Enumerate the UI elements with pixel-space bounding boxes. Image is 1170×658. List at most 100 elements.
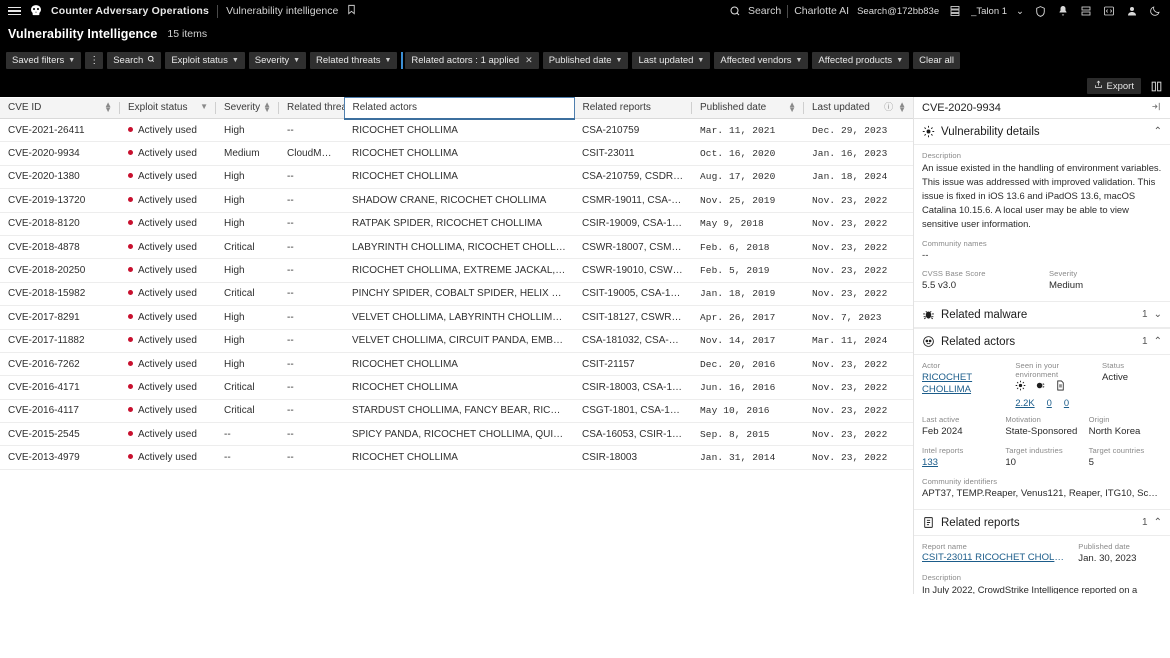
table-row[interactable]: CVE-2021-26411Actively usedHigh--RICOCHE… [0,119,914,142]
last-updated-filter[interactable]: Last updated ▼ [632,52,710,69]
table-row[interactable]: CVE-2018-8120Actively usedHigh--RATPAK S… [0,212,914,235]
column-header-related-threats[interactable]: Related threats [279,98,344,119]
column-header-related-actors[interactable]: Related actors [344,98,574,119]
section-related-actors[interactable]: Related actors 1 ⌃ [914,329,1170,355]
close-icon[interactable]: ✕ [525,55,533,66]
chevron-down-icon[interactable]: ⌄ [1154,309,1162,320]
severity-label: Severity [255,55,289,66]
cell-exploit-status: Actively used [120,376,216,399]
cell-published-date: Feb. 5, 2019 [692,259,804,282]
cell-related-threats: -- [279,329,344,352]
related-threats-filter[interactable]: Related threats ▼ [310,52,397,69]
table-row[interactable]: CVE-2018-15982Actively usedCritical--PIN… [0,282,914,305]
severity-filter[interactable]: Severity ▼ [249,52,306,69]
chevron-up-icon[interactable]: ⌃ [1154,126,1162,137]
seen-value-detections[interactable]: 2.2K [1015,397,1034,408]
sort-icon[interactable]: ▲▼ [263,103,271,113]
published-date-label: Published date [549,55,612,66]
collapse-panel-icon[interactable] [1151,101,1162,115]
table-row[interactable]: CVE-2018-4878Actively usedCritical--LABY… [0,235,914,258]
chevron-down-icon[interactable]: ⌄ [1016,6,1024,17]
vulnerability-table-container[interactable]: CVE ID ▲▼ Exploit status ▼ Severity ▲▼ R… [0,97,914,594]
search-icon[interactable] [728,4,742,18]
table-row[interactable]: CVE-2016-7262Actively usedHigh--RICOCHET… [0,352,914,375]
report-name-link[interactable]: CSIT-23011 RICOCHET CHOLLIMA: Technical … [922,552,1064,563]
dark-mode-icon[interactable] [1148,4,1162,18]
sort-icon[interactable]: ▲▼ [898,103,906,113]
server-icon[interactable] [1079,4,1093,18]
intel-reports-block: Intel reports 133 [922,446,995,470]
layers-icon[interactable] [948,4,962,18]
last-active-value: Feb 2024 [922,425,995,439]
info-icon[interactable]: ⓘ [884,105,893,110]
chevron-down-icon[interactable]: ▼ [200,105,208,110]
seen-value-incidents[interactable]: 0 [1064,397,1069,408]
table-row[interactable]: CVE-2015-2545Actively used----SPICY PAND… [0,423,914,446]
tenant-selector[interactable]: _Talon 1 [971,6,1007,17]
actor-label: Actor [922,361,1005,370]
actor-link[interactable]: RICOCHET CHOLLIMA [922,372,972,395]
charlotte-ai-link[interactable]: Charlotte AI [794,5,849,17]
col-label: Severity [224,102,260,113]
section-related-reports[interactable]: Related reports 1 ⌃ [914,510,1170,536]
published-date-filter[interactable]: Published date ▼ [543,52,629,69]
target-countries-label: Target countries [1089,446,1162,455]
table-row[interactable]: CVE-2013-4979Actively used----RICOCHET C… [0,446,914,469]
table-row[interactable]: CVE-2020-9934Actively usedMediumCloudMen… [0,142,914,165]
column-header-cve-id[interactable]: CVE ID ▲▼ [0,98,120,119]
code-icon[interactable] [1102,4,1116,18]
chevron-down-icon: ▼ [68,57,75,64]
affected-products-filter[interactable]: Affected products ▼ [812,52,909,69]
cell-cve-id: CVE-2018-4878 [0,235,120,258]
search-filter-button[interactable]: Search [107,52,161,69]
section-title: Related malware [941,309,1027,321]
column-header-exploit-status[interactable]: Exploit status ▼ [120,98,216,119]
exploit-status-filter[interactable]: Exploit status ▼ [165,52,244,69]
detail-panel-scroll[interactable]: Vulnerability details ⌃ Description An i… [914,119,1170,594]
column-settings-icon[interactable] [1149,79,1163,93]
sort-icon[interactable]: ▲▼ [104,103,112,113]
global-search-label[interactable]: Search [748,5,781,17]
actor-meta-row-2: Intel reports 133 Target industries 10 T… [922,446,1162,470]
section-related-malware[interactable]: Related malware 1 ⌄ [914,302,1170,328]
column-header-last-updated[interactable]: Last updated ⓘ ▲▼ [804,98,914,119]
bell-icon[interactable] [1056,4,1070,18]
status-dot-icon [128,267,133,272]
user-icon[interactable] [1125,4,1139,18]
intel-reports-link[interactable]: 133 [922,457,938,468]
table-row[interactable]: CVE-2019-13720Actively usedHigh--SHADOW … [0,189,914,212]
chevron-up-icon[interactable]: ⌃ [1154,517,1162,528]
column-header-severity[interactable]: Severity ▲▼ [216,98,279,119]
saved-filters-button[interactable]: Saved filters ▼ [6,52,81,69]
table-row[interactable]: CVE-2016-4171Actively usedCritical--RICO… [0,376,914,399]
cell-cve-id: CVE-2017-11882 [0,329,120,352]
account-label[interactable]: Search@172bb83e [857,6,939,17]
seen-value-hosts[interactable]: 0 [1047,397,1052,408]
bookmark-icon[interactable] [346,4,357,18]
table-row[interactable]: CVE-2016-4117Actively usedCritical--STAR… [0,399,914,422]
related-actors-filter[interactable]: Related actors : 1 applied ✕ [405,52,538,69]
export-button[interactable]: Export [1087,78,1141,94]
table-toolbar: Export [0,75,1170,97]
table-row[interactable]: CVE-2017-8291Actively usedHigh--VELVET C… [0,306,914,329]
section-vulnerability-details[interactable]: Vulnerability details ⌃ [914,119,1170,145]
cvss-value: 5.5 v3.0 [922,279,1035,293]
table-row[interactable]: CVE-2020-1380Actively usedHigh--RICOCHET… [0,165,914,188]
col-label: Related reports [583,102,651,113]
shield-icon[interactable] [1033,4,1047,18]
sort-icon[interactable]: ▲▼ [788,103,796,113]
cell-published-date: Nov. 14, 2017 [692,329,804,352]
table-row[interactable]: CVE-2018-20250Actively usedHigh--RICOCHE… [0,259,914,282]
column-header-related-reports[interactable]: Related reports [574,98,692,119]
menu-icon[interactable] [8,7,21,16]
vulnerability-icon [922,125,935,138]
cell-related-actors: RICOCHET CHOLLIMA [344,142,574,165]
filter-overflow-button[interactable]: ⋮ [85,52,103,69]
column-header-published-date[interactable]: Published date ▲▼ [692,98,804,119]
clear-all-button[interactable]: Clear all [913,52,960,69]
table-header: CVE ID ▲▼ Exploit status ▼ Severity ▲▼ R… [0,98,914,119]
chevron-up-icon[interactable]: ⌃ [1154,336,1162,347]
cell-related-threats: -- [279,423,344,446]
table-row[interactable]: CVE-2017-11882Actively usedHigh--VELVET … [0,329,914,352]
affected-vendors-filter[interactable]: Affected vendors ▼ [714,52,808,69]
